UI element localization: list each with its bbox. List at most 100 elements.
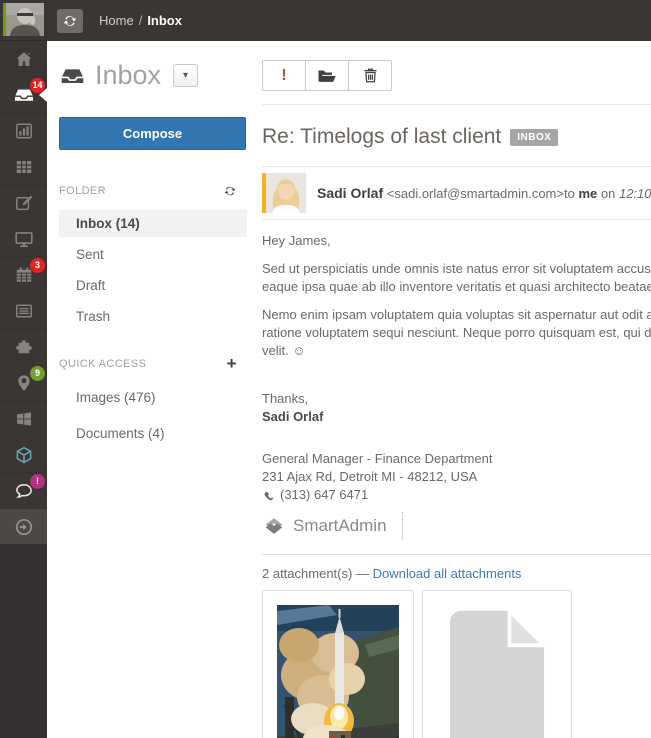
sender-avatar — [262, 173, 306, 213]
attachments-divider — [262, 554, 651, 555]
home-icon — [14, 49, 34, 69]
quick-access-list: Images (476) Documents (4) — [59, 384, 247, 447]
sidebar-item-chat[interactable]: ! — [0, 473, 47, 508]
chat-alert-badge: ! — [30, 474, 45, 489]
sidebar-item-widgets[interactable] — [0, 293, 47, 328]
folder-trash[interactable]: Trash — [59, 303, 247, 330]
man-avatar-image — [6, 3, 44, 36]
sender-meta: Sadi Orlaf <sadi.orlaf@smartadmin.com>to… — [317, 185, 651, 201]
folder-inbox[interactable]: Inbox (14) — [59, 210, 247, 237]
list-icon — [14, 301, 34, 321]
message-toolbar: ! — [262, 60, 651, 91]
sidebar-rail: 14 — [0, 0, 47, 738]
edit-icon — [14, 193, 34, 213]
quick-link-documents[interactable]: Documents (4) — [59, 420, 247, 447]
subject-row: Re: Timelogs of last client INBOX — [262, 125, 651, 149]
breadcrumb-home[interactable]: Home — [99, 13, 134, 28]
main-content: Inbox ▾ Compose FOLDER Inbox (14) Sent D… — [47, 41, 651, 738]
folder-open-icon — [317, 67, 337, 85]
top-header-bar: Home/Inbox — [47, 0, 651, 41]
message-subject: Re: Timelogs of last client — [262, 125, 501, 149]
mailbox-title-row: Inbox ▾ — [59, 60, 247, 91]
folder-label-badge: INBOX — [510, 129, 558, 146]
message-time: 12:10 — [619, 186, 651, 201]
refresh-icon — [62, 13, 78, 29]
calendar-count-badge: 3 — [30, 258, 45, 273]
breadcrumb-separator: / — [139, 13, 143, 28]
mark-important-button[interactable]: ! — [262, 60, 306, 91]
sender-name: Sadi Orlaf — [317, 185, 383, 201]
cube-icon — [14, 445, 34, 465]
attachment-dash: — — [356, 566, 369, 581]
sidebar-item-forms[interactable] — [0, 185, 47, 220]
brand-row: SmartAdmin — [262, 512, 651, 540]
sidebar-item-home[interactable] — [0, 41, 47, 76]
folder-list: Inbox (14) Sent Draft Trash — [59, 210, 247, 330]
quick-access-heading-row: QUICK ACCESS + — [59, 358, 247, 370]
body-paragraph-1: Sed ut perspiciatis unde omnis iste natu… — [262, 260, 651, 296]
sidebar-item-misc[interactable] — [0, 437, 47, 472]
sidebar-item-charts[interactable] — [0, 113, 47, 148]
sidebar-item-pages[interactable] — [0, 401, 47, 436]
brand-name: SmartAdmin — [293, 517, 387, 535]
download-all-link[interactable]: Download all attachments — [373, 566, 522, 581]
quick-access-heading: QUICK ACCESS — [59, 358, 146, 370]
document-file-icon — [437, 605, 557, 738]
puzzle-icon — [14, 337, 34, 357]
attachment-cards — [262, 590, 651, 738]
folder-heading-row: FOLDER — [59, 184, 247, 198]
folder-sent[interactable]: Sent — [59, 241, 247, 268]
toolbar-divider — [262, 104, 651, 105]
quick-link-images[interactable]: Images (476) — [59, 384, 247, 411]
maps-count-badge: 9 — [30, 366, 45, 381]
message-body: Hey James, Sed ut perspiciatis unde omni… — [262, 232, 651, 360]
woman-avatar-image — [266, 173, 306, 213]
phone-icon — [262, 489, 275, 502]
bar-chart-icon — [14, 121, 34, 141]
mailbox-dropdown-button[interactable]: ▾ — [173, 64, 198, 87]
add-quick-access-button[interactable]: + — [227, 358, 237, 370]
attachment-card-image[interactable] — [262, 590, 414, 738]
mailbox-panel: Inbox ▾ Compose FOLDER Inbox (14) Sent D… — [59, 41, 247, 456]
breadcrumb: Home/Inbox — [99, 13, 182, 28]
trash-icon — [361, 66, 380, 85]
caret-down-icon: ▾ — [183, 70, 188, 81]
signature-closing: Thanks, Sadi Orlaf — [262, 390, 651, 426]
sidebar-item-plugins[interactable] — [0, 329, 47, 364]
folder-draft[interactable]: Draft — [59, 272, 247, 299]
smartadmin-logo-icon — [262, 514, 286, 538]
message-panel: ! — [262, 41, 651, 738]
signature-name: Sadi Orlaf — [262, 408, 651, 426]
signature-phone: (313) 647 6471 — [280, 486, 368, 504]
attachment-card-file[interactable] — [422, 590, 572, 738]
sender-email: <sadi.orlaf@smartadmin.com> — [387, 186, 564, 201]
body-paragraph-2: Nemo enim ipsam voluptatem quia voluptas… — [262, 306, 651, 360]
page-refresh-button[interactable] — [57, 9, 83, 33]
thanks-line: Thanks, — [262, 390, 651, 408]
rocket-launch-photo — [277, 605, 399, 738]
sidebar-item-calendar[interactable]: 3 — [0, 257, 47, 292]
inbox-title-icon — [59, 64, 86, 88]
folder-heading: FOLDER — [59, 185, 106, 197]
refresh-icon — [223, 184, 237, 198]
user-avatar[interactable] — [0, 0, 47, 41]
page-title: Inbox — [95, 60, 161, 91]
sidebar-item-ui[interactable] — [0, 221, 47, 256]
signature-details: General Manager - Finance Department 231… — [262, 450, 651, 540]
exclamation-icon: ! — [281, 67, 286, 85]
sidebar-item-maps[interactable]: 9 — [0, 365, 47, 400]
greeting-line: Hey James, — [262, 232, 651, 250]
user-avatar-photo — [3, 3, 44, 36]
move-to-folder-button[interactable] — [305, 60, 349, 91]
sidebar-item-inbox[interactable]: 14 — [0, 77, 47, 112]
sidebar-minify-button[interactable] — [0, 509, 47, 544]
sender-row: Sadi Orlaf <sadi.orlaf@smartadmin.com>to… — [262, 166, 651, 220]
delete-message-button[interactable] — [348, 60, 392, 91]
windows-icon — [14, 409, 34, 429]
signature-divider — [402, 512, 403, 540]
sidebar-item-tables[interactable] — [0, 149, 47, 184]
folder-refresh-button[interactable] — [223, 184, 237, 198]
compose-button[interactable]: Compose — [59, 117, 246, 150]
desktop-icon — [14, 229, 34, 249]
to-word: to — [564, 186, 575, 201]
